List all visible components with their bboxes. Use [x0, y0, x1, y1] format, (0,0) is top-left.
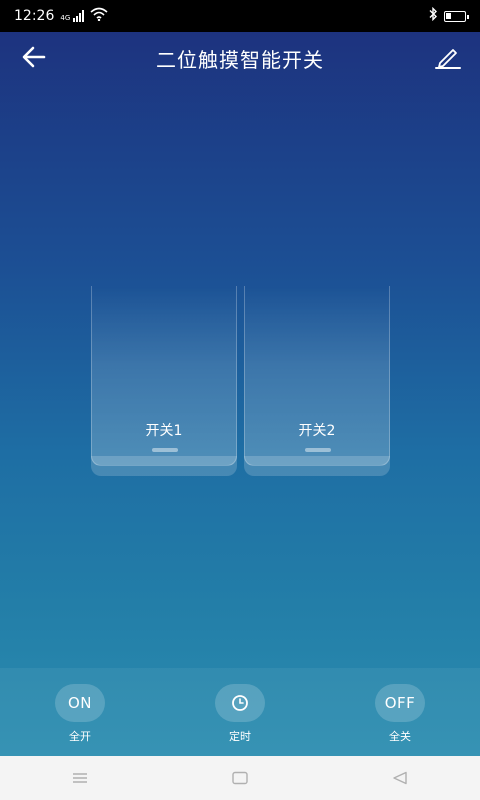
- title-bar: 二位触摸智能开关: [0, 32, 480, 82]
- timer-label: 定时: [229, 730, 251, 743]
- switch-indicator: [152, 448, 178, 452]
- switch-1[interactable]: 开关1: [91, 286, 237, 476]
- switch-label: 开关2: [298, 423, 336, 439]
- menu-icon: [73, 773, 87, 783]
- app-background: [0, 0, 480, 756]
- nav-back-button[interactable]: [380, 763, 420, 793]
- bluetooth-icon: [428, 6, 438, 25]
- wifi-icon: [90, 7, 108, 25]
- back-triangle-icon: [393, 771, 407, 785]
- all-off-label: 全关: [389, 730, 411, 743]
- timer-circle[interactable]: [215, 684, 265, 722]
- home-square-icon: [232, 771, 248, 785]
- all-on-circle[interactable]: ON: [55, 684, 105, 722]
- status-left: 12:26 4G: [14, 7, 108, 25]
- page-title: 二位触摸智能开关: [156, 48, 324, 72]
- signal-4g-icon: 4G: [60, 10, 85, 22]
- all-on-button[interactable]: ON 全开: [45, 684, 115, 744]
- switch-indicator: [305, 448, 331, 452]
- control-bar: ON 全开 定时 OFF 全关: [0, 668, 480, 756]
- status-right: [428, 6, 469, 25]
- menu-button[interactable]: [60, 763, 100, 793]
- timer-button[interactable]: 定时: [205, 684, 275, 744]
- edit-button[interactable]: [434, 44, 462, 70]
- all-off-circle[interactable]: OFF: [375, 684, 425, 722]
- battery-icon: [444, 10, 469, 22]
- home-button[interactable]: [220, 763, 260, 793]
- navigation-bar: [0, 756, 480, 800]
- all-on-label: 全开: [69, 730, 91, 743]
- all-off-button[interactable]: OFF 全关: [365, 684, 435, 744]
- clock-icon: [232, 695, 248, 711]
- switch-label: 开关1: [145, 423, 183, 439]
- status-time: 12:26: [14, 8, 55, 24]
- status-bar: 12:26 4G: [0, 0, 480, 32]
- switch-face[interactable]: 开关2: [244, 286, 390, 466]
- edit-pencil-icon: [435, 49, 461, 69]
- switch-2[interactable]: 开关2: [244, 286, 390, 476]
- switch-face[interactable]: 开关1: [91, 286, 237, 466]
